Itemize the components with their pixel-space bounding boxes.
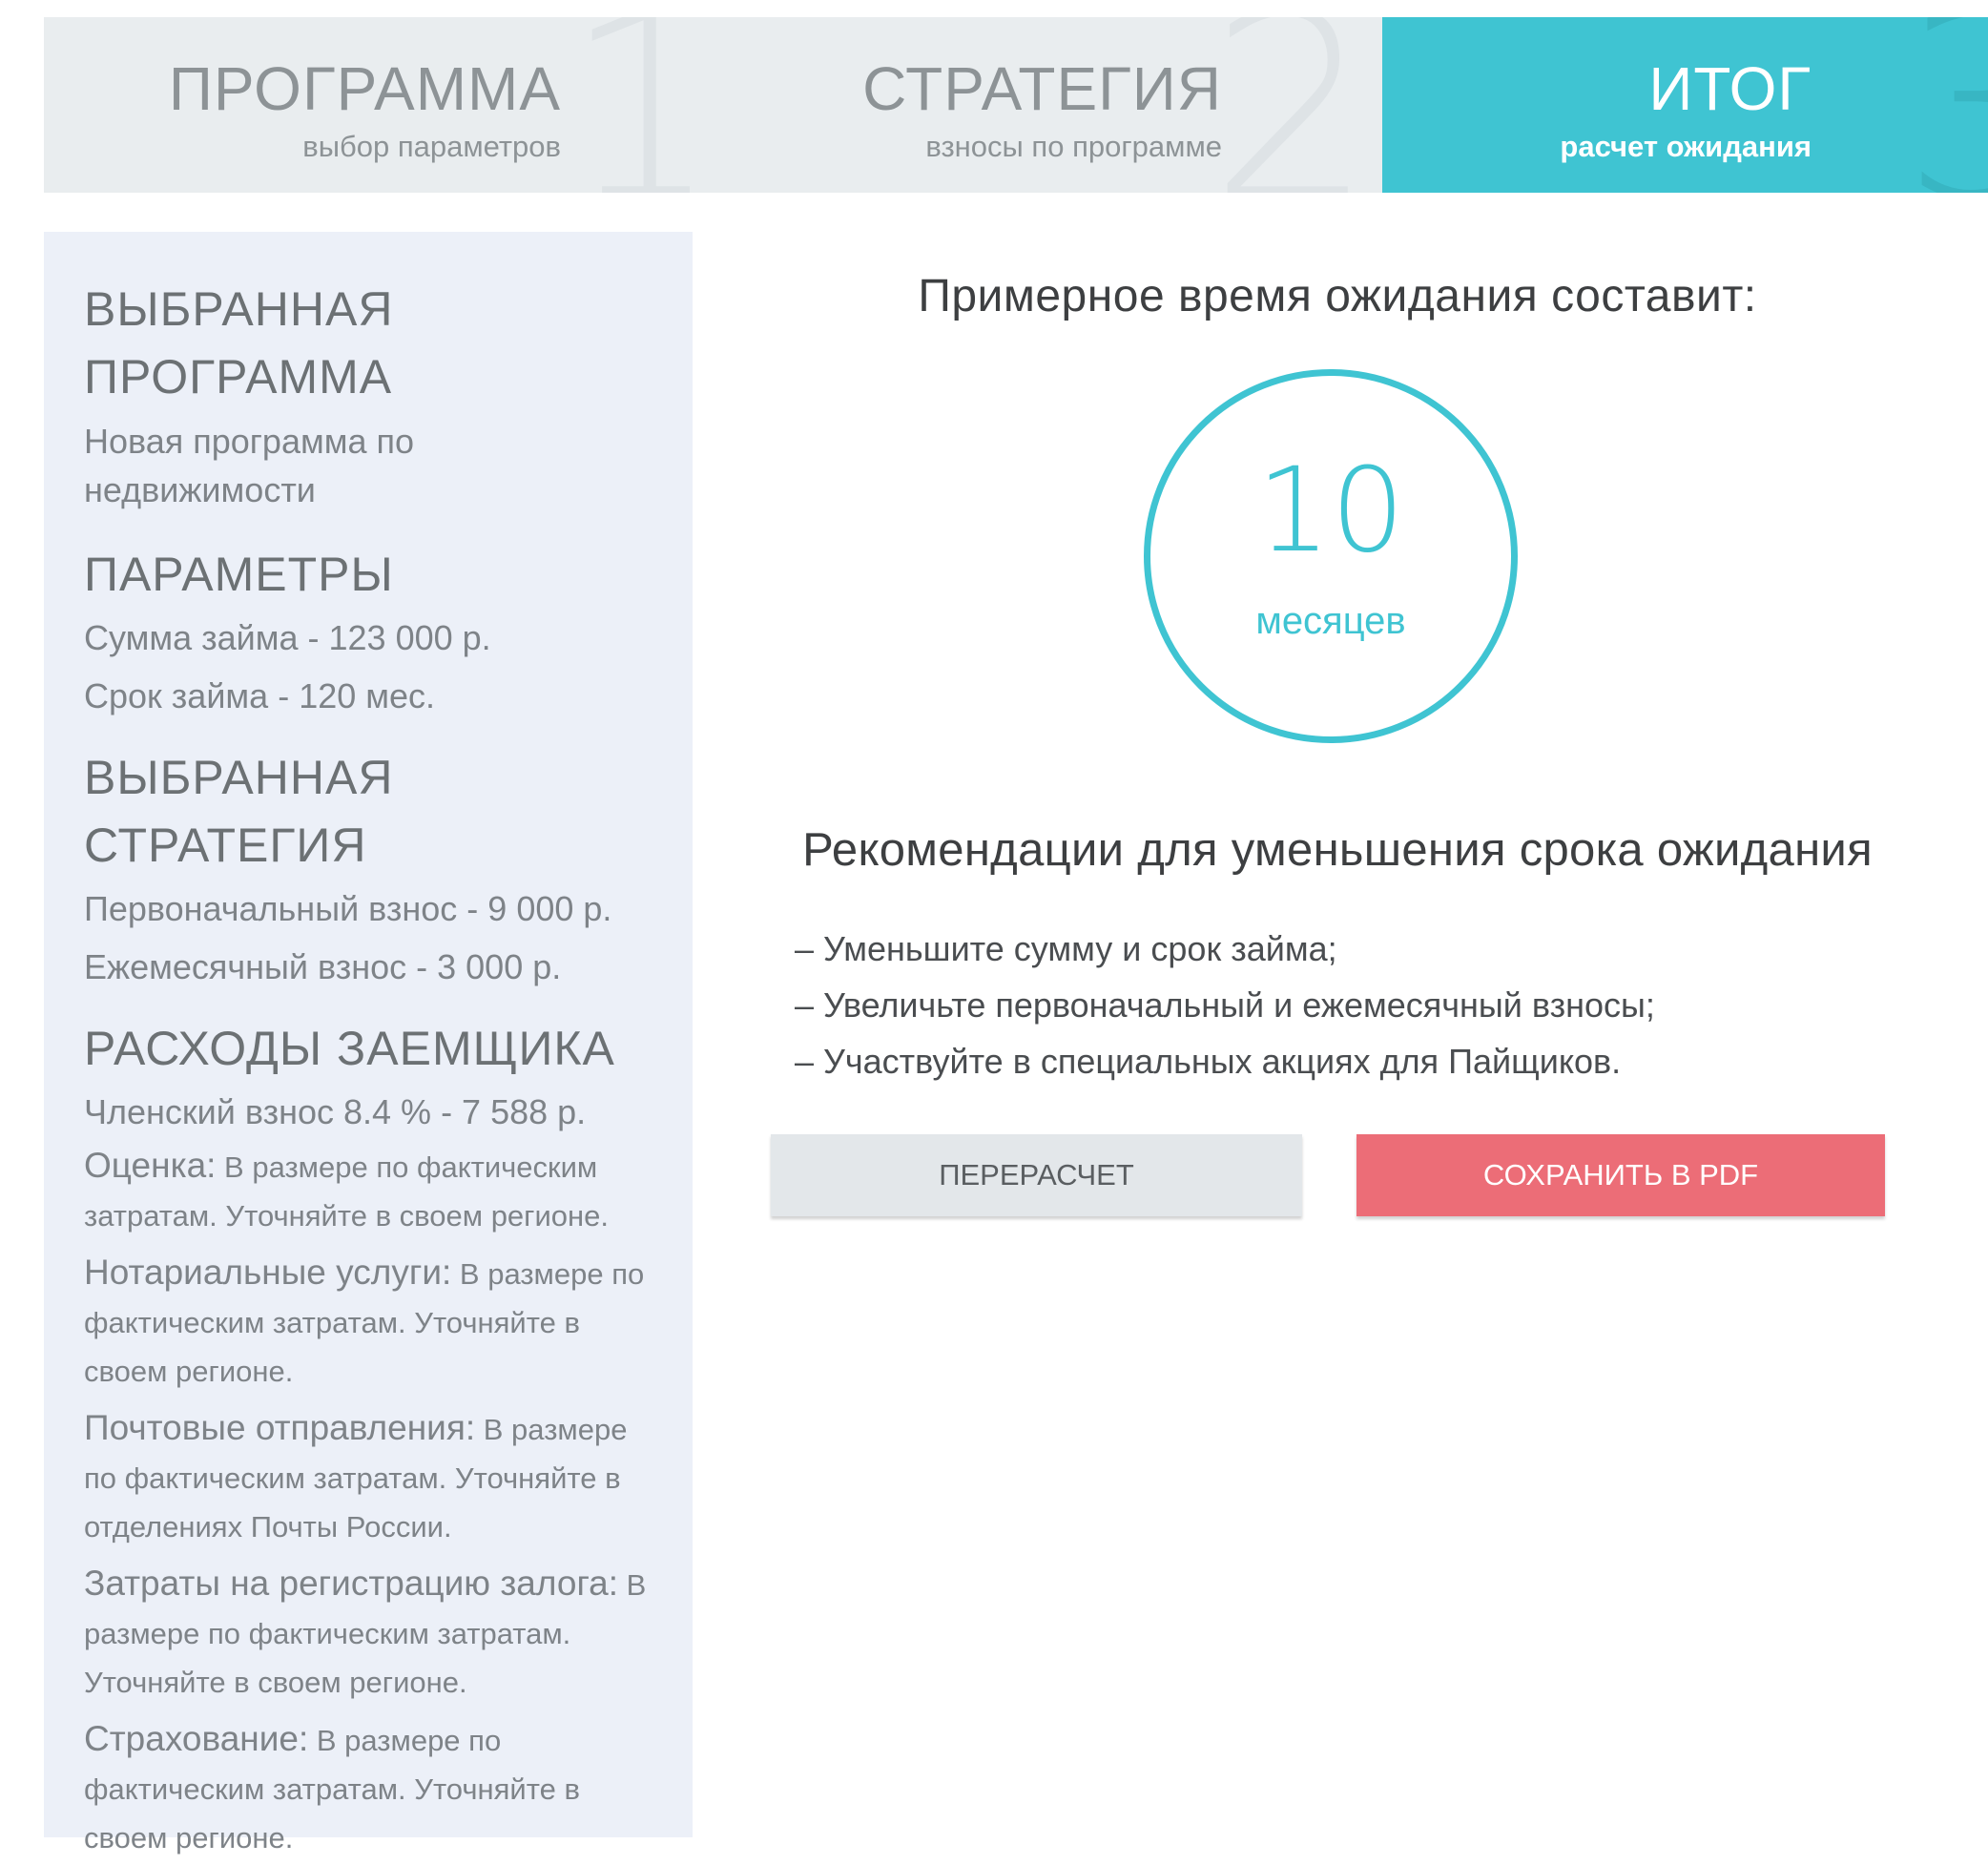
step-title: ИТОГ <box>1648 54 1812 123</box>
strategy-heading: ВЫБРАННАЯ СТРАТЕГИЯ <box>84 751 394 872</box>
loan-term: Срок займа - 120 мес. <box>84 676 436 715</box>
step-subtitle: взносы по программе <box>925 130 1222 163</box>
loan-amount: Сумма займа - 123 000 р. <box>84 618 491 657</box>
program-heading: ВЫБРАННАЯ ПРОГРАММА <box>84 276 654 411</box>
recommendation-item: – Участвуйте в специальных акциях для Па… <box>795 1042 1622 1081</box>
step-number: 3 <box>1902 17 1988 193</box>
membership-fee: Членский взнос 8.4 % - 7 588 р. <box>84 1092 587 1131</box>
step-program[interactable]: 1 ПРОГРАММА выбор параметров <box>44 17 690 193</box>
step-strategy[interactable]: 2 СТРАТЕГИЯ взносы по программе <box>690 17 1382 193</box>
recommendations-list: – Уменьшите сумму и срок займа; – Увелич… <box>795 921 1655 1089</box>
monthly-payment: Ежемесячный взнос - 3 000 р. <box>84 947 562 986</box>
result-panel: Примерное время ожидания составит: 10 ме… <box>763 232 1988 1472</box>
expense-label: Почтовые отправления: <box>84 1408 476 1447</box>
expense-label: Затраты на регистрацию залога: <box>84 1564 618 1603</box>
program-heading-line2: ПРОГРАММА <box>84 350 393 404</box>
recalculate-button[interactable]: ПЕРЕРАСЧЕТ <box>771 1134 1302 1216</box>
expense-label: Нотариальные услуги: <box>84 1253 452 1292</box>
step-title: ПРОГРАММА <box>168 54 561 123</box>
wait-time-circle: 10 месяцев <box>1144 369 1518 743</box>
expenses-heading: РАСХОДЫ ЗАЕМЩИКА <box>84 1022 615 1075</box>
expense-item-appraisal: Оценка: В размере по фактическим затрата… <box>84 1141 654 1240</box>
expense-item-notary: Нотариальные услуги: В размере по фактич… <box>84 1248 654 1396</box>
step-subtitle: выбор параметров <box>302 130 561 163</box>
expense-label: Страхование: <box>84 1719 309 1758</box>
wait-time-value: 10 <box>1256 443 1405 578</box>
step-number: 1 <box>564 17 690 193</box>
initial-payment: Первоначальный взнос - 9 000 р. <box>84 889 612 928</box>
program-name-line2: недвижимости <box>84 470 316 509</box>
expense-item-postal: Почтовые отправления: В размере по факти… <box>84 1403 654 1551</box>
save-pdf-button[interactable]: СОХРАНИТЬ В PDF <box>1356 1134 1885 1216</box>
recommendation-item: – Уменьшите сумму и срок займа; <box>795 929 1337 968</box>
recommendations-title: Рекомендации для уменьшения срока ожидан… <box>802 824 1873 876</box>
expense-item-registration: Затраты на регистрацию залога: В размере… <box>84 1559 654 1707</box>
recommendation-item: – Увеличьте первоначальный и ежемесячный… <box>795 985 1655 1025</box>
steps-bar: 1 ПРОГРАММА выбор параметров 2 СТРАТЕГИЯ… <box>44 17 1988 193</box>
step-number: 2 <box>1210 17 1374 193</box>
expense-label: Оценка: <box>84 1146 217 1185</box>
program-name: Новая программа по недвижимости <box>84 417 654 514</box>
program-name-line1: Новая программа по <box>84 422 415 461</box>
summary-sidebar: ВЫБРАННАЯ ПРОГРАММА Новая программа по н… <box>44 232 693 1855</box>
step-subtitle: расчет ожидания <box>1560 130 1812 163</box>
wait-time-unit: месяцев <box>1255 600 1406 642</box>
program-heading-line1: ВЫБРАННАЯ <box>84 282 394 336</box>
step-title: СТРАТЕГИЯ <box>862 54 1222 123</box>
expense-item-insurance: Страхование: В размере по фактическим за… <box>84 1714 654 1862</box>
step-result[interactable]: 3 ИТОГ расчет ожидания <box>1382 17 1988 193</box>
wait-time-title: Примерное время ожидания составит: <box>918 271 1757 321</box>
params-heading: ПАРАМЕТРЫ <box>84 548 394 601</box>
